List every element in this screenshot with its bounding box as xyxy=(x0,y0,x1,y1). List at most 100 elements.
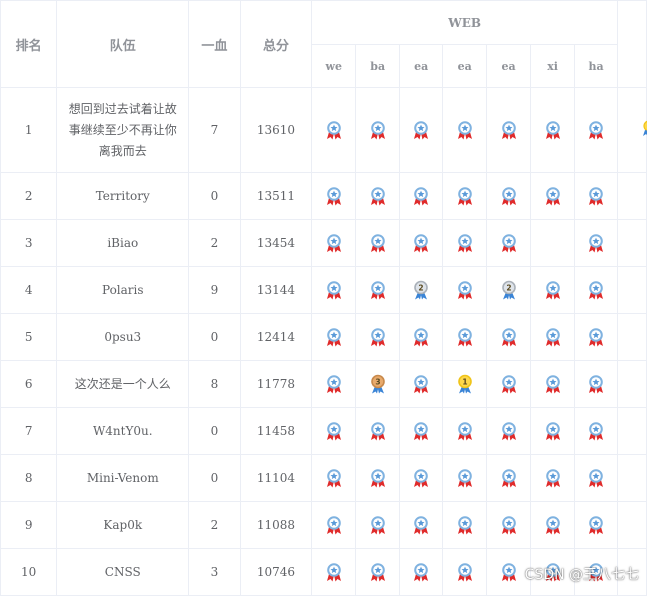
table-row[interactable]: 7 W4ntY0u. 0 11458 xyxy=(0,407,647,455)
table-row[interactable]: 1 想回到过去试着让故事继续至少不再让你离我而去 7 13610 xyxy=(0,87,647,173)
overflow-cell xyxy=(617,266,647,314)
solved-medal-icon xyxy=(587,120,605,140)
solved-medal-icon xyxy=(587,468,605,488)
solved-medal-icon xyxy=(500,468,518,488)
svg-text:1: 1 xyxy=(462,378,467,387)
header-rank[interactable]: 排名 xyxy=(0,0,58,88)
header-team[interactable]: 队伍 xyxy=(56,0,190,88)
solved-medal-icon xyxy=(325,421,343,441)
scoreboard-body: 1 想回到过去试着让故事继续至少不再让你离我而去 7 13610 2 Territory 0… xyxy=(0,87,647,596)
challenge-cell xyxy=(486,407,532,455)
challenge-cell xyxy=(399,360,444,408)
solved-medal-icon xyxy=(456,421,474,441)
solved-medal-icon xyxy=(544,327,562,347)
team-name[interactable]: 想回到过去试着让故事继续至少不再让你离我而去 xyxy=(56,87,190,173)
table-row[interactable]: 6 这次还是一个人么 8 11778 3 1 xyxy=(0,360,647,408)
solved-medal-icon xyxy=(325,374,343,394)
team-name[interactable]: Mini-Venom xyxy=(56,454,190,502)
rank-cell: 4 xyxy=(0,266,58,314)
team-name[interactable]: W4ntY0u. xyxy=(56,407,190,455)
team-name[interactable]: CNSS xyxy=(56,548,190,596)
header-overflow xyxy=(617,0,647,88)
solved-medal-icon xyxy=(369,280,387,300)
solved-medal-icon xyxy=(369,562,387,582)
header-total[interactable]: 总分 xyxy=(239,0,313,88)
solved-medal-icon xyxy=(587,186,605,206)
total-score: 13610 xyxy=(239,87,313,173)
team-name[interactable]: 这次还是一个人么 xyxy=(56,360,190,408)
challenge-cell xyxy=(399,87,444,173)
solved-medal-icon xyxy=(412,186,430,206)
solved-medal-icon xyxy=(500,327,518,347)
challenge-cell xyxy=(355,501,401,549)
table-row[interactable]: 3 iBiao 2 13454 xyxy=(0,219,647,267)
team-name[interactable]: Polaris xyxy=(56,266,190,314)
solved-medal-icon xyxy=(587,421,605,441)
solved-medal-icon xyxy=(544,515,562,535)
svg-text:2: 2 xyxy=(506,284,511,293)
header-challenge[interactable]: ea xyxy=(399,44,444,88)
solved-medal-icon xyxy=(325,562,343,582)
team-name[interactable]: iBiao xyxy=(56,219,190,267)
challenge-cell xyxy=(399,501,444,549)
table-row[interactable]: 8 Mini-Venom 0 11104 xyxy=(0,454,647,502)
header-challenge[interactable]: ea xyxy=(486,44,532,88)
challenge-cell xyxy=(355,407,401,455)
challenge-cell xyxy=(442,407,488,455)
overflow-cell xyxy=(617,172,647,220)
second-blood-medal-icon: 2 xyxy=(412,280,430,300)
challenge-cell xyxy=(399,172,444,220)
total-score: 13511 xyxy=(239,172,313,220)
solved-medal-icon xyxy=(369,120,387,140)
header-challenge[interactable]: ea xyxy=(442,44,488,88)
solved-medal-icon xyxy=(456,515,474,535)
rank-cell: 5 xyxy=(0,313,58,361)
solved-medal-icon xyxy=(456,120,474,140)
table-row[interactable]: 5 0psu3 0 12414 xyxy=(0,313,647,361)
first-blood-count: 8 xyxy=(188,360,241,408)
header-challenge[interactable]: ba xyxy=(355,44,401,88)
challenge-cell: 2 xyxy=(399,266,444,314)
challenge-cell xyxy=(574,407,619,455)
header-first-blood[interactable]: 一血 xyxy=(188,0,241,88)
total-score: 13144 xyxy=(239,266,313,314)
solved-medal-icon xyxy=(500,233,518,253)
table-row[interactable]: 9 Kap0k 2 11088 xyxy=(0,501,647,549)
header-challenge[interactable]: we xyxy=(311,44,357,88)
solved-medal-icon xyxy=(369,327,387,347)
challenge-cell xyxy=(442,219,488,267)
team-name[interactable]: 0psu3 xyxy=(56,313,190,361)
overflow-cell xyxy=(617,501,647,549)
solved-medal-icon xyxy=(500,515,518,535)
table-row[interactable]: 4 Polaris 9 13144 2 2 xyxy=(0,266,647,314)
solved-medal-icon xyxy=(412,515,430,535)
header-challenge[interactable]: ha xyxy=(574,44,619,88)
solved-medal-icon xyxy=(412,233,430,253)
solved-medal-icon xyxy=(544,374,562,394)
solved-medal-icon xyxy=(456,280,474,300)
challenge-cell xyxy=(355,548,401,596)
challenge-cell xyxy=(311,172,357,220)
challenge-cell xyxy=(574,454,619,502)
solved-medal-icon xyxy=(587,280,605,300)
challenge-cell xyxy=(530,454,576,502)
team-name[interactable]: Territory xyxy=(56,172,190,220)
solved-medal-icon xyxy=(369,186,387,206)
challenge-cell xyxy=(486,87,532,173)
team-name[interactable]: Kap0k xyxy=(56,501,190,549)
challenge-cell xyxy=(486,172,532,220)
header-challenge[interactable]: xi xyxy=(530,44,576,88)
challenge-cell xyxy=(574,313,619,361)
challenge-cell xyxy=(530,172,576,220)
solved-medal-icon xyxy=(369,468,387,488)
third-blood-medal-icon: 3 xyxy=(369,374,387,394)
solved-medal-icon xyxy=(500,421,518,441)
solved-medal-icon xyxy=(500,186,518,206)
challenge-cell xyxy=(311,548,357,596)
rank-cell: 8 xyxy=(0,454,58,502)
header-category-web: WEB xyxy=(311,0,619,45)
table-row[interactable]: 2 Territory 0 13511 xyxy=(0,172,647,220)
solved-medal-icon xyxy=(325,515,343,535)
challenge-cell xyxy=(355,313,401,361)
rank-cell: 2 xyxy=(0,172,58,220)
